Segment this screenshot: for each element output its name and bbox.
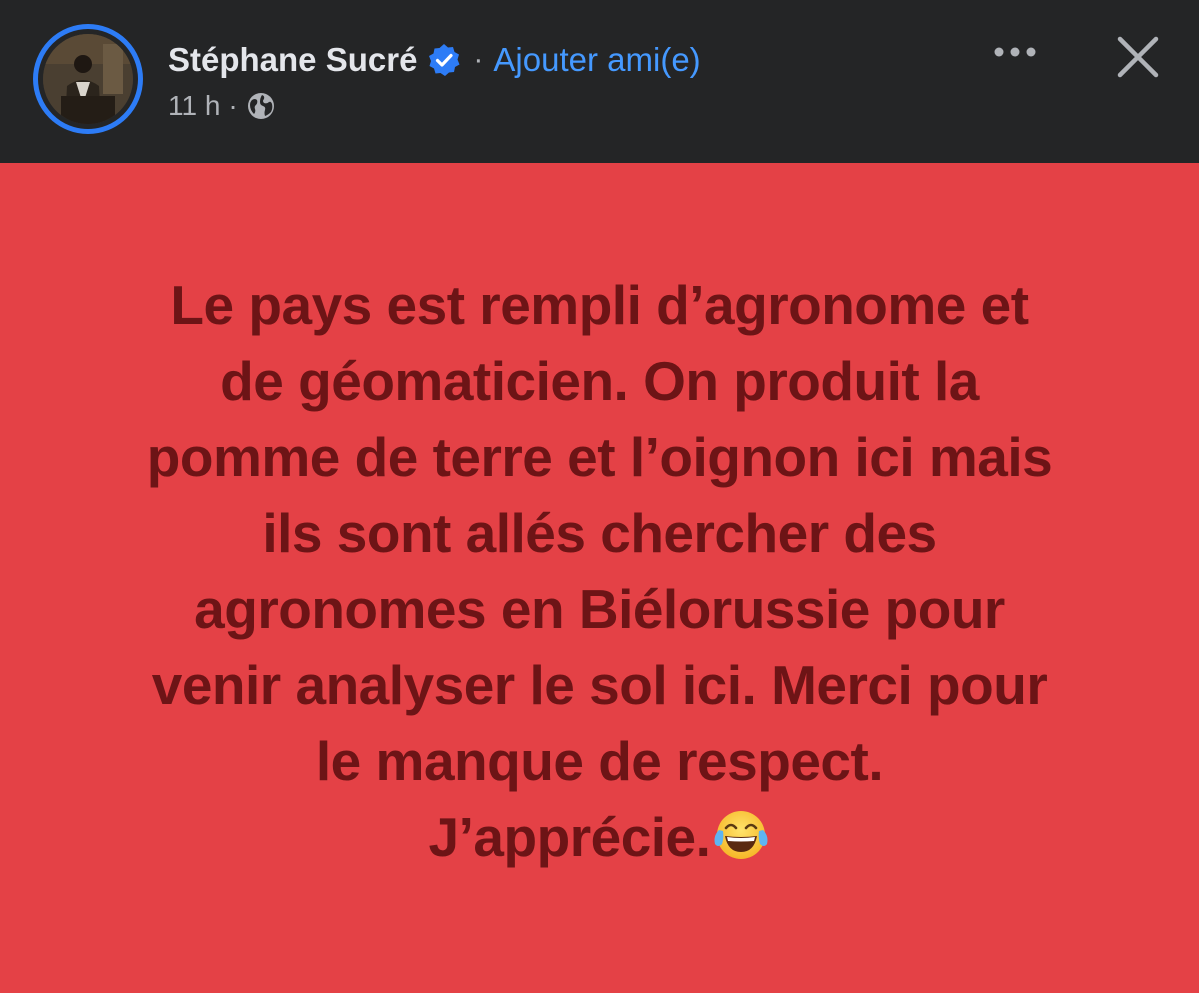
post-text: Le pays est rempli d’agronome et de géom…: [60, 267, 1139, 875]
add-friend-link[interactable]: Ajouter ami(e): [493, 41, 700, 79]
avatar[interactable]: [33, 24, 143, 134]
author-name[interactable]: Stéphane Sucré: [168, 41, 417, 79]
close-button[interactable]: [1108, 27, 1168, 87]
globe-icon[interactable]: [246, 91, 276, 121]
post-line-text: J’apprécie.: [428, 806, 711, 868]
more-options-icon: [994, 47, 1036, 57]
meta-separator: ·: [228, 90, 238, 121]
post-line: ils sont allés chercher des: [262, 502, 937, 564]
post-line: de géomaticien. On produit la: [220, 350, 979, 412]
post-line: agronomes en Biélorussie pour: [194, 578, 1005, 640]
tears-of-joy-emoji-icon: [712, 806, 770, 864]
timestamp[interactable]: 11 h: [168, 90, 220, 122]
verified-badge-icon: [427, 43, 461, 77]
close-icon: [1117, 36, 1159, 78]
more-options-button[interactable]: [985, 30, 1045, 74]
post-line: venir analyser le sol ici. Merci pour: [151, 654, 1048, 716]
post-header: Stéphane Sucré · Ajouter ami(e) 11 h ·: [0, 0, 1199, 163]
post-line: Le pays est rempli d’agronome et: [170, 274, 1029, 336]
post-line-last: J’apprécie.: [60, 799, 1139, 875]
separator-dot: ·: [473, 43, 484, 76]
post-line: le manque de respect.: [315, 730, 884, 792]
post-meta: 11 h ·: [168, 86, 276, 126]
author-line: Stéphane Sucré · Ajouter ami(e): [168, 36, 701, 84]
profile-photo: [43, 34, 133, 124]
post-line: pomme de terre et l’oignon ici mais: [146, 426, 1053, 488]
post-text-background: Le pays est rempli d’agronome et de géom…: [0, 163, 1199, 993]
